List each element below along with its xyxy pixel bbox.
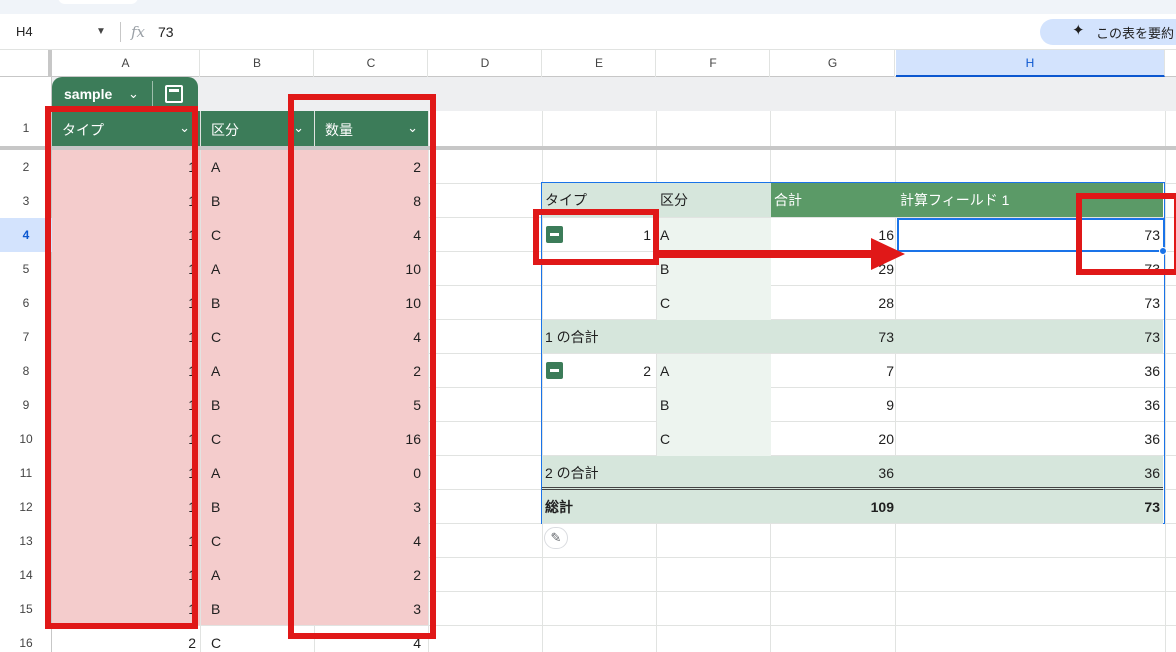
collapse-group-icon[interactable] — [546, 362, 563, 379]
annotation-box-calculated-value — [1076, 193, 1176, 275]
browser-top-strip — [0, 0, 1176, 14]
pivot-subtotal-row: 1 の合計 73 73 — [542, 320, 1163, 354]
table-chip-band — [52, 77, 1176, 111]
fx-icon: fx — [131, 23, 146, 41]
table-name: sample — [64, 86, 113, 102]
column-header-h[interactable]: H — [896, 50, 1165, 77]
select-all-corner[interactable] — [0, 50, 52, 77]
pivot-cell-category[interactable] — [657, 320, 771, 354]
pivot-data-row: 2 A 7 36 — [542, 354, 1163, 388]
pivot-grand-total-row: 総計 109 73 — [542, 490, 1163, 524]
annotation-box-pivot-type — [533, 209, 659, 265]
pivot-cell-sum[interactable]: 9 — [771, 388, 897, 422]
formula-input[interactable]: 73 — [158, 24, 174, 40]
pivot-cell-calculated[interactable]: 36 — [897, 354, 1163, 388]
column-header-d[interactable]: D — [429, 50, 542, 77]
calculator-icon[interactable] — [165, 85, 183, 103]
pivot-cell-sum[interactable]: 73 — [771, 320, 897, 354]
sparkle-icon: ✦ — [1072, 22, 1085, 39]
column-headers: ABCDEFGH — [0, 50, 1176, 77]
pivot-cell-sum[interactable]: 28 — [771, 286, 897, 320]
pivot-cell-type[interactable]: 総計 — [542, 490, 657, 524]
edit-pencil-icon[interactable]: ✎ — [544, 527, 568, 549]
column-header-b[interactable]: B — [201, 50, 314, 77]
pivot-cell-calculated[interactable]: 36 — [897, 388, 1163, 422]
column-header-f[interactable]: F — [657, 50, 770, 77]
pivot-cell-calculated[interactable]: 36 — [897, 422, 1163, 456]
chip-divider — [152, 81, 153, 107]
pivot-cell-category[interactable]: A — [657, 354, 771, 388]
summarize-table-label[interactable]: この表を要約 — [1096, 23, 1174, 42]
pivot-cell-type[interactable]: 1 の合計 — [542, 320, 657, 354]
name-box-dropdown-icon[interactable]: ▼ — [96, 26, 106, 37]
annotation-box-type-column — [45, 106, 198, 629]
table-header-label: 区分 — [211, 122, 239, 138]
pivot-cell-sum[interactable]: 109 — [771, 490, 897, 524]
column-header-c[interactable]: C — [315, 50, 428, 77]
pivot-header-category[interactable]: 区分 — [657, 183, 771, 217]
table-cell-type[interactable]: 2 — [52, 626, 196, 652]
pivot-cell-category[interactable]: C — [657, 422, 771, 456]
pivot-cell-calculated[interactable]: 73 — [897, 286, 1163, 320]
pivot-cell-sum[interactable]: 7 — [771, 354, 897, 388]
name-box[interactable]: H4 — [16, 24, 33, 39]
tab-pill — [58, 0, 138, 4]
pivot-cell-type[interactable]: 2 の合計 — [542, 456, 657, 490]
pivot-data-row: C 20 36 — [542, 422, 1163, 456]
pivot-cell-type[interactable] — [542, 388, 657, 422]
pivot-cell-calculated[interactable]: 73 — [897, 320, 1163, 354]
annotation-box-quantity-column — [288, 94, 436, 639]
column-header-e[interactable]: E — [543, 50, 656, 77]
row-header-16[interactable]: 16 — [0, 626, 52, 652]
pivot-cell-sum[interactable]: 20 — [771, 422, 897, 456]
grid-column-line — [1165, 77, 1166, 652]
pivot-data-row: C 28 73 — [542, 286, 1163, 320]
pivot-cell-type[interactable] — [542, 422, 657, 456]
pivot-cell-calculated[interactable]: 36 — [897, 456, 1163, 490]
formula-bar-divider — [120, 22, 121, 42]
pivot-cell-sum[interactable]: 36 — [771, 456, 897, 490]
column-header-a[interactable]: A — [52, 50, 200, 77]
pivot-subtotal-row: 2 の合計 36 36 — [542, 456, 1163, 490]
formula-bar: H4 ▼ fx 73 ✦ この表を要約 — [0, 14, 1176, 50]
chevron-down-icon[interactable]: ⌄ — [128, 86, 139, 102]
column-header-g[interactable]: G — [771, 50, 895, 77]
pivot-cell-category[interactable] — [657, 490, 771, 524]
pivot-data-row: B 9 36 — [542, 388, 1163, 422]
pivot-cell-type[interactable] — [542, 286, 657, 320]
pivot-cell-category[interactable]: C — [657, 286, 771, 320]
pivot-cell-category[interactable]: B — [657, 388, 771, 422]
annotation-arrow-icon — [655, 238, 905, 270]
pivot-cell-category[interactable] — [657, 456, 771, 490]
pivot-header-sum[interactable]: 合計 — [771, 183, 897, 217]
pivot-cell-calculated[interactable]: 73 — [897, 490, 1163, 524]
